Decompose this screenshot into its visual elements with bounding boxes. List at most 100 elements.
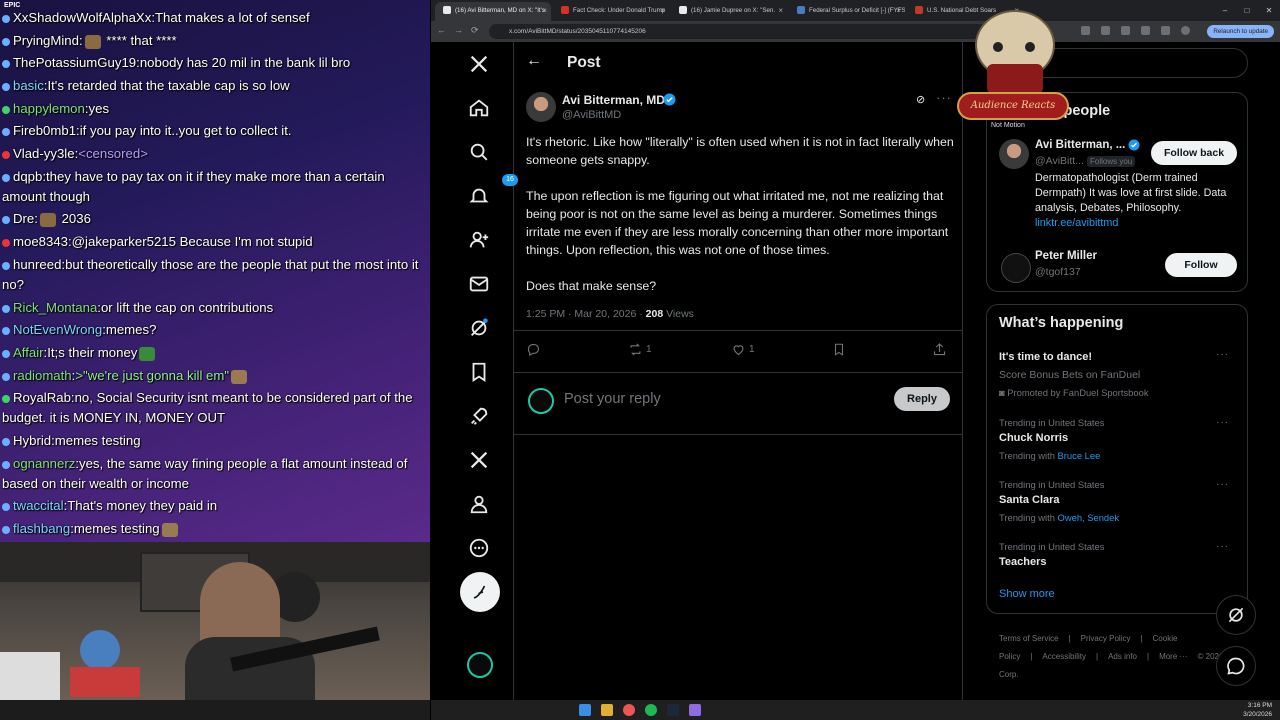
chat-username[interactable]: RoyalRab <box>13 390 71 405</box>
person-name[interactable]: Avi Bitterman, ... <box>1035 139 1125 151</box>
chat-username[interactable]: dqpb <box>13 169 42 184</box>
chat-username[interactable]: Rick_Montana <box>13 300 97 315</box>
chat-username[interactable]: basic <box>13 78 44 93</box>
follow-button[interactable]: Follow <box>1165 253 1237 277</box>
bio-link[interactable]: linktr.ee/avibittmd <box>1035 217 1118 229</box>
grok-fab-button[interactable] <box>1216 595 1256 635</box>
compose-post-button[interactable] <box>460 572 500 612</box>
account-avatar[interactable] <box>467 652 493 678</box>
steam-icon[interactable] <box>667 704 679 716</box>
nav-more-button[interactable] <box>459 528 499 568</box>
url-input[interactable]: x.com/AviBittMD/status/20350451107741452… <box>489 24 1029 39</box>
chat-username[interactable]: ognannerz <box>13 456 75 471</box>
chat-username[interactable]: Hybrid <box>13 433 51 448</box>
reload-icon[interactable]: ⟳ <box>471 25 487 35</box>
tab-close-icon[interactable]: × <box>542 2 547 19</box>
chat-username[interactable]: NotEvenWrong <box>13 322 102 337</box>
file-explorer-icon[interactable] <box>601 704 613 716</box>
minimize-button[interactable]: – <box>1214 0 1236 21</box>
chat-username[interactable]: hunreed <box>13 257 61 272</box>
grok-icon <box>1228 607 1244 623</box>
tab-favicon-icon <box>561 6 569 14</box>
follow-back-button[interactable]: Follow back <box>1151 141 1237 165</box>
chat-username[interactable]: PryingMind <box>13 33 79 48</box>
back-arrow-icon[interactable]: ← <box>526 52 542 70</box>
chat-username[interactable]: Affair <box>13 345 44 360</box>
avatar[interactable] <box>1001 253 1031 283</box>
relaunch-button[interactable]: Relaunch to update <box>1207 25 1274 38</box>
nav-home-button[interactable] <box>459 88 499 128</box>
browser-tab[interactable]: (16) Jamie Dupree on X: "Sen. × <box>671 2 787 21</box>
chat-username[interactable]: XxShadowWolfAlphaXx <box>13 10 151 25</box>
chat-username[interactable]: twaccital <box>13 498 64 513</box>
nav-bell-button[interactable]: 16 <box>459 174 518 216</box>
chat-username[interactable]: happylemon <box>13 101 85 116</box>
author-avatar[interactable] <box>526 92 556 122</box>
author-name[interactable]: Avi Bitterman, MD <box>562 93 665 107</box>
app-icon[interactable] <box>689 704 701 716</box>
footer-link[interactable]: Privacy Policy <box>1081 634 1131 643</box>
chat-username[interactable]: moe8343 <box>13 234 68 249</box>
back-nav-icon[interactable]: ← <box>437 25 454 35</box>
extension-icon[interactable] <box>1101 26 1110 35</box>
show-more-link[interactable]: Show more <box>999 588 1055 600</box>
chat-username[interactable]: Dre <box>13 211 34 226</box>
nav-x-logo-button[interactable] <box>459 44 499 84</box>
author-handle[interactable]: @AviBittMD <box>562 109 621 121</box>
compose-icon <box>473 585 486 599</box>
footer-link[interactable]: Terms of Service <box>999 634 1059 643</box>
chat-message: Vlad-yy3le:<censored> <box>0 144 430 164</box>
footer-link[interactable]: More ··· <box>1159 652 1187 661</box>
chat-username[interactable]: flashbang <box>13 521 70 536</box>
tab-close-icon[interactable]: × <box>896 2 901 19</box>
more-options-icon[interactable]: ··· <box>1216 541 1229 552</box>
maximize-button[interactable]: □ <box>1236 0 1258 21</box>
windows-start-icon[interactable] <box>579 704 591 716</box>
browser-tab[interactable]: Federal Surplus or Deficit [-] (FYFS × <box>789 2 905 21</box>
repost-action[interactable]: 1 <box>628 342 652 357</box>
nav-mail-button[interactable] <box>459 264 499 304</box>
close-window-button[interactable]: ✕ <box>1258 0 1280 21</box>
nav-search-button[interactable] <box>459 132 499 172</box>
person-name[interactable]: Peter Miller <box>1035 250 1097 262</box>
reply-input[interactable]: Post your reply <box>564 391 661 407</box>
tab-close-icon[interactable]: × <box>660 2 665 19</box>
extension-icon[interactable] <box>1161 26 1170 35</box>
nav-x-premium-button[interactable] <box>459 440 499 480</box>
reply-action[interactable] <box>526 342 544 357</box>
like-action[interactable]: 1 <box>731 342 755 357</box>
reply-button[interactable]: Reply <box>894 387 950 411</box>
more-options-icon[interactable]: ··· <box>1216 349 1229 360</box>
extension-icon[interactable] <box>1121 26 1130 35</box>
forward-nav-icon[interactable]: → <box>454 25 471 35</box>
taskbar-clock[interactable]: 3:16 PM 3/20/2026 <box>1243 701 1272 719</box>
chat-username[interactable]: Vlad-yy3le <box>13 146 75 161</box>
avatar[interactable] <box>999 139 1029 169</box>
tab-close-icon[interactable]: × <box>778 2 783 19</box>
extension-icon[interactable] <box>1141 26 1150 35</box>
more-options-icon[interactable]: ··· <box>1216 417 1229 428</box>
profile-avatar-icon[interactable] <box>1181 26 1190 35</box>
more-options-icon[interactable]: ··· <box>1216 479 1229 490</box>
chat-username[interactable]: Fireb0mb1 <box>13 123 76 138</box>
chrome-icon[interactable] <box>623 704 635 716</box>
share-action[interactable] <box>932 342 947 357</box>
chat-username[interactable]: ThePotassiumGuy19 <box>13 55 136 70</box>
chat-username[interactable]: radiomath <box>13 368 72 383</box>
footer-link[interactable]: Ads info <box>1108 652 1137 661</box>
messages-fab-button[interactable] <box>1216 646 1256 686</box>
nav-bookmark-button[interactable] <box>459 352 499 392</box>
browser-tab[interactable]: (16) Avi Bitterman, MD on X: "It's × <box>435 2 551 21</box>
nav-profile-button[interactable] <box>459 484 499 524</box>
browser-tab[interactable]: Fact Check: Under Donald Trump × <box>553 2 669 21</box>
footer-link[interactable]: Accessibility <box>1042 652 1086 661</box>
nav-grok-button[interactable] <box>459 308 499 348</box>
nav-follow-button[interactable] <box>459 220 499 260</box>
extension-icon[interactable] <box>1081 26 1090 35</box>
grok-icon[interactable]: ⊘ <box>916 93 925 106</box>
bookmark-action[interactable] <box>832 342 846 357</box>
post-timestamp[interactable]: 1:25 PM · Mar 20, 2026 · <box>526 308 646 320</box>
nav-rocket-button[interactable] <box>459 396 499 436</box>
spotify-icon[interactable] <box>645 704 657 716</box>
more-options-icon[interactable]: ··· <box>936 90 952 105</box>
